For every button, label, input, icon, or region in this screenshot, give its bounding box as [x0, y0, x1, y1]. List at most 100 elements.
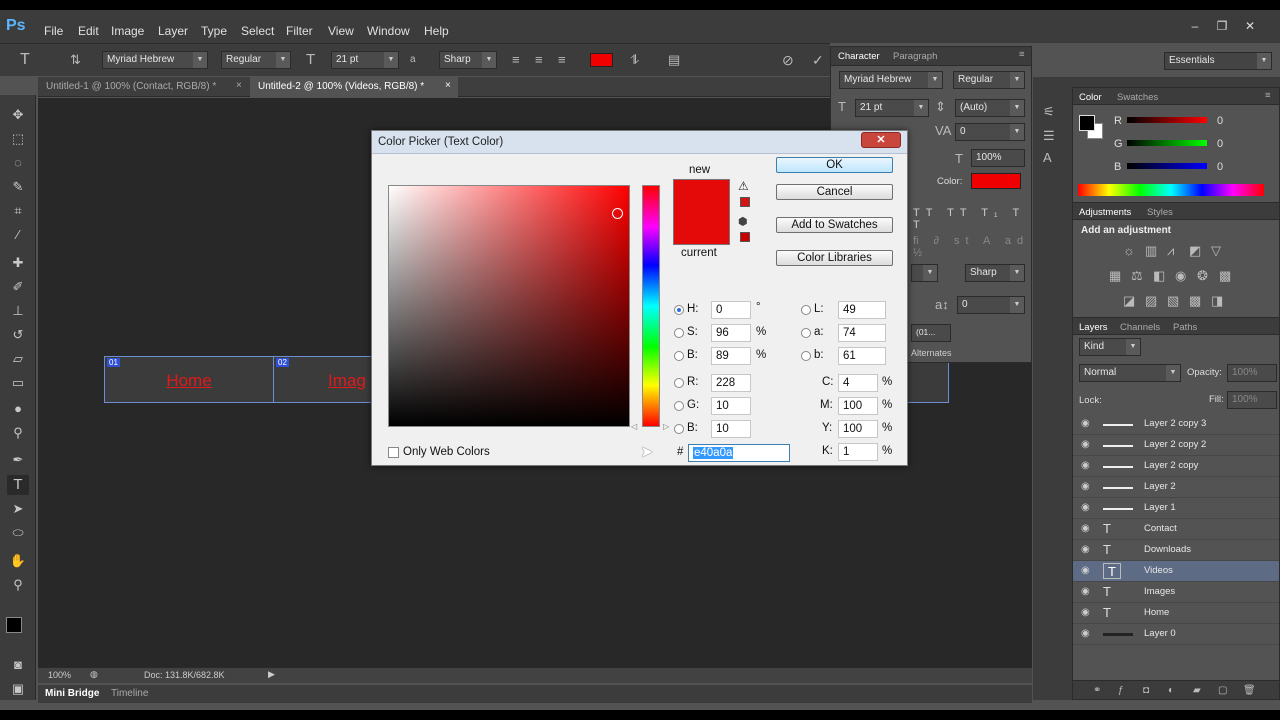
align-right-icon[interactable]: ≡ [558, 52, 566, 68]
color-lookup-icon[interactable]: ▩ [1219, 268, 1231, 284]
posterize-icon[interactable]: ▨ [1145, 293, 1157, 309]
char-aa-select[interactable]: Sharp ▼ [965, 264, 1025, 282]
tab-channels[interactable]: Channels [1120, 322, 1160, 333]
visibility-eye-icon[interactable]: ◉ [1081, 628, 1090, 639]
tab-untitled-2[interactable]: Untitled-2 @ 100% (Videos, RGB/8) * × [250, 77, 458, 97]
menu-file[interactable]: File [44, 24, 63, 38]
eyedropper-tool-icon[interactable]: ⁄ [7, 225, 29, 245]
foreground-color-swatch[interactable] [6, 617, 22, 633]
menu-view[interactable]: View [328, 24, 354, 38]
properties-panel-icon[interactable]: ☰ [1043, 128, 1055, 144]
channel-mixer-icon[interactable]: ❂ [1197, 268, 1208, 284]
vibrance-icon[interactable]: ▽ [1211, 243, 1221, 259]
screen-mode-icon[interactable]: ▣ [7, 679, 29, 699]
brightness-icon[interactable]: ☼ [1123, 243, 1135, 259]
c-field[interactable]: 4 [838, 374, 878, 392]
tab-styles[interactable]: Styles [1147, 207, 1173, 218]
b-radio[interactable] [674, 351, 684, 361]
blue-radio[interactable] [674, 424, 684, 434]
warp-text-icon[interactable]: ⥮ [630, 52, 639, 68]
color-field[interactable] [388, 185, 630, 427]
hue-sat-icon[interactable]: ▦ [1109, 268, 1121, 284]
character-panel-toggle-icon[interactable]: ▤ [668, 52, 680, 68]
lab-b-field[interactable]: 61 [838, 347, 886, 365]
shape-tool-icon[interactable]: ⬭ [7, 523, 29, 543]
proof-icon[interactable]: ◍ [90, 669, 98, 680]
menu-type[interactable]: Type [201, 24, 227, 38]
s-radio[interactable] [674, 328, 684, 338]
font-style-select[interactable]: Regular ▼ [221, 51, 291, 69]
text-color-swatch[interactable] [590, 53, 613, 67]
menu-window[interactable]: Window [367, 24, 410, 38]
fx-icon[interactable]: ƒ [1118, 683, 1124, 699]
layer-row[interactable]: ◉ Layer 0 [1073, 624, 1279, 645]
restore-button[interactable]: ❐ [1212, 19, 1232, 35]
close-window-button[interactable]: ✕ [1240, 19, 1260, 35]
tab-untitled-1[interactable]: Untitled-1 @ 100% (Contact, RGB/8) * × [38, 77, 248, 97]
r-value[interactable]: 0 [1217, 115, 1223, 127]
g-radio[interactable] [674, 401, 684, 411]
commit-edit-icon[interactable]: ✓ [812, 52, 824, 68]
y-field[interactable]: 100 [838, 420, 878, 438]
visibility-eye-icon[interactable]: ◉ [1081, 565, 1090, 576]
color-field-cursor[interactable] [612, 208, 623, 219]
tab-character[interactable]: Character [838, 51, 880, 62]
dialog-close-button[interactable]: ✕ [861, 132, 901, 148]
color-balance-icon[interactable]: ⚖ [1131, 268, 1143, 284]
char-font-style-select[interactable]: Regular ▼ [953, 71, 1025, 89]
type-tool-preset-icon[interactable]: T [20, 52, 30, 68]
visibility-eye-icon[interactable]: ◉ [1081, 607, 1090, 618]
current-color-swatch[interactable] [673, 212, 730, 245]
layer-row[interactable]: ◉ Layer 2 copy [1073, 456, 1279, 477]
history-brush-tool-icon[interactable]: ↺ [7, 325, 29, 345]
zoom-tool-icon[interactable]: ⚲ [7, 575, 29, 595]
add-to-swatches-button[interactable]: Add to Swatches [776, 217, 893, 233]
g-field[interactable]: 10 [711, 397, 751, 415]
k-field[interactable]: 1 [838, 443, 878, 461]
selective-color-icon[interactable]: ◨ [1211, 293, 1223, 309]
tab-paths[interactable]: Paths [1173, 322, 1197, 333]
zoom-level[interactable]: 100% [48, 670, 71, 680]
cancel-button[interactable]: Cancel [776, 184, 893, 200]
quick-mask-icon[interactable]: ◙ [7, 655, 29, 675]
r-field[interactable]: 228 [711, 374, 751, 392]
hue-slider-left-arrow-icon[interactable]: ◁ [631, 422, 637, 431]
gradient-map-icon[interactable]: ▩ [1189, 293, 1201, 309]
photo-filter-icon[interactable]: ◉ [1175, 268, 1186, 284]
char-size-field[interactable]: 21 pt ▼ [855, 99, 929, 117]
lang-dictionary-select[interactable]: (01... [911, 324, 951, 342]
b-value[interactable]: 0 [1217, 161, 1223, 173]
delete-layer-icon[interactable]: 🗑 [1243, 683, 1256, 699]
quick-select-tool-icon[interactable]: ✎ [7, 177, 29, 197]
color-fg-swatch[interactable] [1079, 115, 1095, 131]
menu-edit[interactable]: Edit [78, 24, 99, 38]
gamut-color-swatch[interactable] [740, 197, 750, 207]
curves-icon[interactable]: ⩘ [1167, 243, 1174, 259]
layer-row-selected[interactable]: ◉ T Videos [1073, 561, 1279, 582]
layer-row[interactable]: ◉ Layer 2 copy 3 [1073, 414, 1279, 435]
clone-stamp-tool-icon[interactable]: ⊥ [7, 301, 29, 321]
visibility-eye-icon[interactable]: ◉ [1081, 544, 1090, 555]
adjustment-layer-icon[interactable]: ◐ [1168, 683, 1174, 699]
tab-mini-bridge[interactable]: Mini Bridge [45, 688, 99, 699]
font-family-select[interactable]: Myriad Hebrew ▼ [102, 51, 208, 69]
b-slider[interactable] [1127, 163, 1207, 169]
healing-brush-tool-icon[interactable]: ✚ [7, 253, 29, 273]
only-web-colors-checkbox[interactable] [388, 447, 399, 458]
tab-timeline[interactable]: Timeline [111, 688, 148, 699]
bw-icon[interactable]: ◧ [1153, 268, 1165, 284]
r-slider[interactable] [1127, 117, 1207, 123]
b-field[interactable]: 89 [711, 347, 751, 365]
history-panel-icon[interactable]: ⚟ [1043, 104, 1055, 120]
panel-menu-icon[interactable]: ≡ [1019, 49, 1025, 60]
layer-row[interactable]: ◉ T Contact [1073, 519, 1279, 540]
lab-b-radio[interactable] [801, 351, 811, 361]
layer-row[interactable]: ◉ T Home [1073, 603, 1279, 624]
char-scale-field[interactable]: 100% [971, 149, 1025, 167]
h-radio[interactable] [674, 305, 684, 315]
color-ramp[interactable] [1078, 184, 1264, 196]
web-safe-color-swatch[interactable] [740, 232, 750, 242]
marquee-tool-icon[interactable]: ⬚ [7, 129, 29, 149]
layer-row[interactable]: ◉ Layer 1 [1073, 498, 1279, 519]
r-radio[interactable] [674, 378, 684, 388]
